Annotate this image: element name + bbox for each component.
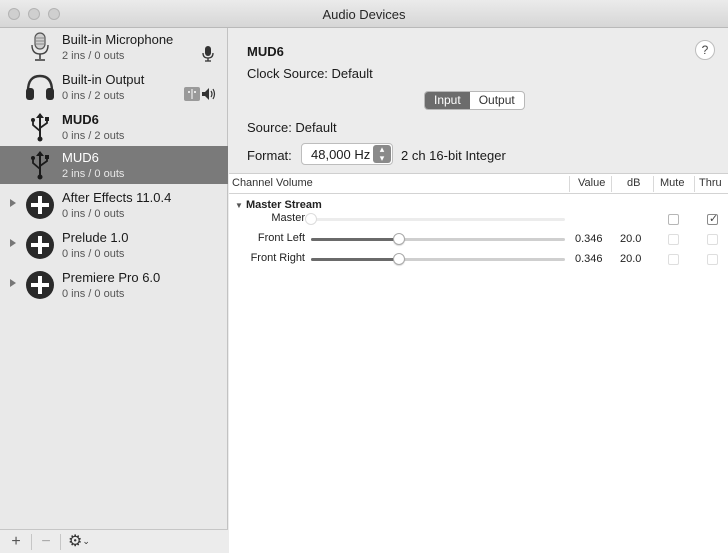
mute-checkbox[interactable] (668, 254, 679, 265)
channel-db: 20.0 (620, 233, 642, 245)
device-detail-panel: MUD6 ? Clock Source: Default Input Outpu… (229, 28, 728, 553)
aggregate-plus-icon (26, 191, 54, 219)
device-row-premiere-pro[interactable]: Premiere Pro 6.0 0 ins / 0 outs (0, 266, 228, 304)
channel-value: 0.346 (575, 233, 603, 245)
finder-icon (184, 87, 200, 101)
tab-input[interactable]: Input (425, 92, 470, 109)
disclosure-triangle-icon: ▼ (235, 201, 243, 210)
microphone-icon (31, 32, 49, 61)
device-row-after-effects[interactable]: After Effects 11.0.4 0 ins / 0 outs (0, 186, 228, 224)
device-name: Built-in Microphone (62, 32, 174, 47)
group-label: Master Stream (245, 199, 322, 211)
mute-checkbox[interactable] (668, 214, 679, 225)
channel-value: 0.346 (575, 253, 603, 265)
thru-checkbox[interactable] (707, 234, 718, 245)
channel-volume-slider[interactable] (305, 213, 565, 225)
gear-icon: ⚙ (68, 533, 83, 550)
gear-menu-button[interactable]: ⚙⌄ (64, 530, 94, 553)
disclosure-triangle-icon[interactable] (10, 199, 16, 207)
thru-checkbox[interactable] (707, 254, 718, 265)
sample-rate-popup[interactable]: 48,000 Hz ▴ ▾ (301, 143, 393, 165)
device-name: MUD6 (62, 112, 99, 127)
tab-output[interactable]: Output (470, 92, 524, 109)
slider-fill (311, 238, 399, 241)
channel-label: Front Right (250, 252, 305, 264)
device-row-prelude[interactable]: Prelude 1.0 0 ins / 0 outs (0, 226, 228, 264)
chevron-down-icon: ⌄ (82, 536, 90, 546)
slider-fill (311, 258, 399, 261)
chevron-updown-icon: ▴ ▾ (373, 145, 391, 163)
column-header-db[interactable]: dB (627, 177, 640, 189)
channel-volume-table: Channel Volume Value dB Mute Thru ▼ Mast… (229, 173, 728, 553)
channel-volume-slider[interactable] (311, 233, 565, 245)
column-header-channel-volume[interactable]: Channel Volume (232, 177, 313, 189)
input-output-segmented-control: Input Output (424, 91, 525, 110)
microphone-icon (202, 46, 214, 62)
audio-devices-window: Audio Devices Built-in Microphone 2 ins … (0, 0, 728, 553)
column-header-mute[interactable]: Mute (660, 177, 684, 189)
device-row-built-in-output[interactable]: Built-in Output 0 ins / 2 outs (0, 68, 228, 106)
usb-icon (31, 151, 49, 180)
sample-rate-value: 48,000 Hz (311, 147, 371, 162)
clock-source: Clock Source: Default (247, 66, 373, 81)
device-row-mud6-input[interactable]: MUD6 2 ins / 0 outs (0, 146, 228, 184)
device-name: Built-in Output (62, 72, 145, 87)
slider-knob[interactable] (392, 253, 405, 265)
column-header-thru[interactable]: Thru (699, 177, 722, 189)
device-name: Prelude 1.0 (62, 230, 129, 245)
aggregate-plus-icon (26, 271, 54, 299)
device-name: After Effects 11.0.4 (62, 190, 172, 205)
speaker-icon (202, 88, 216, 100)
aggregate-plus-icon (26, 231, 54, 259)
channel-db: 20.0 (620, 253, 642, 265)
device-list-sidebar: Built-in Microphone 2 ins / 0 outs Built… (0, 28, 228, 553)
window-title: Audio Devices (322, 7, 406, 22)
device-name: MUD6 (62, 150, 99, 165)
remove-device-button[interactable]: − (34, 530, 58, 553)
mute-checkbox[interactable] (668, 234, 679, 245)
master-stream-group[interactable]: ▼ Master Stream (235, 199, 322, 211)
help-button[interactable]: ? (695, 40, 715, 60)
device-io-count: 0 ins / 0 outs (62, 248, 125, 260)
table-header: Channel Volume Value dB Mute Thru (229, 174, 728, 194)
device-io-count: 0 ins / 2 outs (62, 130, 125, 142)
device-io-count: 0 ins / 2 outs (62, 90, 125, 102)
channel-label: Front Left (257, 232, 305, 244)
channel-volume-slider[interactable] (311, 253, 565, 265)
device-io-count: 0 ins / 0 outs (62, 208, 125, 220)
format-description: 2 ch 16-bit Integer (401, 148, 506, 163)
headphones-icon (26, 74, 54, 100)
sidebar-bottom-bar: + − ⚙⌄ (0, 529, 228, 553)
disclosure-triangle-icon[interactable] (10, 279, 16, 287)
device-io-count: 2 ins / 0 outs (62, 50, 125, 62)
device-io-count: 0 ins / 0 outs (62, 288, 125, 300)
title-bar: Audio Devices (0, 0, 728, 28)
device-io-count: 2 ins / 0 outs (62, 168, 125, 180)
device-row-mud6-output[interactable]: MUD6 0 ins / 2 outs (0, 108, 228, 146)
disclosure-triangle-icon[interactable] (10, 239, 16, 247)
device-row-built-in-microphone[interactable]: Built-in Microphone 2 ins / 0 outs (0, 28, 228, 66)
format-label: Format: (247, 148, 292, 163)
thru-checkbox[interactable] (707, 212, 718, 225)
device-name: Premiere Pro 6.0 (62, 270, 161, 285)
add-device-button[interactable]: + (4, 530, 28, 553)
channel-label: Master (271, 212, 305, 224)
slider-knob[interactable] (392, 233, 405, 245)
source-label: Source: Default (247, 120, 337, 135)
device-title: MUD6 (247, 44, 284, 59)
usb-icon (31, 113, 49, 142)
slider-knob[interactable] (305, 213, 317, 225)
column-header-value[interactable]: Value (578, 177, 605, 189)
